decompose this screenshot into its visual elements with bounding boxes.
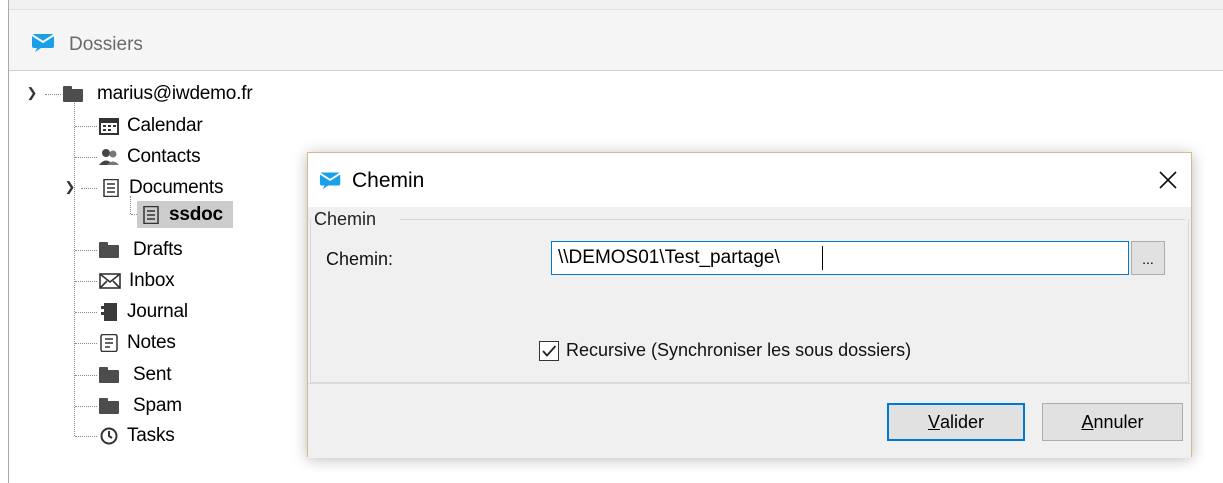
contacts-icon — [99, 149, 119, 165]
close-button[interactable] — [1145, 153, 1191, 207]
group-label: Chemin — [314, 209, 381, 230]
recursive-label[interactable]: Recursive (Synchroniser les sous dossier… — [566, 340, 911, 361]
tree-node-tasks[interactable]: Tasks — [99, 422, 175, 450]
expander-account[interactable]: ❯ — [25, 85, 39, 100]
journal-icon — [101, 303, 117, 321]
browse-button[interactable]: ... — [1131, 241, 1165, 275]
valider-button[interactable]: Valider — [887, 403, 1025, 441]
tree-node-calendar[interactable]: Calendar — [99, 112, 203, 140]
tree-node-journal[interactable]: Journal — [99, 298, 188, 326]
tree-node-inbox[interactable]: Inbox — [99, 267, 175, 295]
chemin-dialog: Chemin Chemin Chemin: ... Recursive (Syn… — [307, 152, 1192, 458]
mail-icon — [99, 273, 121, 289]
tree-node-label: Calendar — [127, 115, 203, 136]
valider-label: alider — [939, 411, 985, 432]
text-caret — [822, 246, 823, 270]
tree-node-drafts[interactable]: Drafts — [99, 236, 183, 264]
top-strip — [9, 0, 1223, 10]
footer-divider — [308, 383, 1191, 384]
clock-icon — [100, 427, 118, 445]
recursive-checkbox[interactable] — [539, 341, 559, 361]
group-divider — [400, 219, 1185, 220]
tree-line — [75, 436, 97, 437]
notes-icon — [100, 334, 118, 352]
folder-icon — [99, 397, 125, 415]
tree-line — [81, 188, 97, 189]
tree-node-label: Documents — [129, 177, 224, 198]
app-envelope-icon — [31, 34, 55, 52]
annuler-label: nnuler — [1093, 411, 1144, 432]
tree-node-label: Contacts — [127, 146, 201, 167]
dialog-body: Chemin Chemin: ... Recursive (Synchronis… — [308, 207, 1191, 458]
tree-node-ssdoc[interactable]: ssdoc — [137, 201, 233, 228]
tree-node-notes[interactable]: Notes — [99, 329, 176, 357]
close-icon — [1159, 171, 1177, 189]
tree-node-label: Drafts — [133, 239, 183, 260]
tree-node-sent[interactable]: Sent — [99, 361, 171, 389]
tree-node-account[interactable]: marius@iwdemo.fr — [63, 80, 253, 108]
annuler-mnemonic: A — [1081, 411, 1094, 432]
tree-line — [74, 101, 75, 436]
tree-line — [75, 343, 97, 344]
folders-window-title: Dossiers — [69, 34, 143, 55]
tree-line — [75, 375, 97, 376]
tree-node-label: Notes — [127, 332, 176, 353]
folder-icon — [63, 85, 89, 103]
dialog-titlebar[interactable]: Chemin — [308, 153, 1191, 207]
chemin-field-label: Chemin: — [326, 249, 394, 269]
tree-line — [75, 406, 97, 407]
dialog-title: Chemin — [352, 169, 425, 192]
tree-line — [75, 312, 97, 313]
tree-node-label: ssdoc — [169, 203, 223, 225]
expander-documents[interactable]: ❯ — [63, 179, 77, 194]
checkmark-icon — [542, 345, 557, 357]
tree-line — [45, 94, 61, 95]
tree-line — [75, 250, 97, 251]
folders-window-titlebar: Dossiers — [9, 0, 1223, 71]
tree-node-contacts[interactable]: Contacts — [99, 143, 201, 171]
tree-node-label: Journal — [127, 301, 188, 322]
tree-node-label: marius@iwdemo.fr — [97, 83, 253, 104]
calendar-icon — [99, 118, 119, 135]
tree-node-documents[interactable]: Documents — [101, 174, 223, 202]
folder-icon — [99, 366, 125, 384]
chemin-path-input[interactable] — [551, 241, 1129, 275]
tree-line — [75, 281, 97, 282]
valider-mnemonic: V — [927, 411, 940, 432]
document-icon — [103, 179, 119, 197]
tree-node-label: Sent — [133, 364, 172, 385]
app-envelope-icon — [319, 172, 341, 190]
annuler-button[interactable]: Annuler — [1042, 403, 1183, 441]
tree-node-label: Tasks — [127, 425, 175, 446]
tree-node-label: Inbox — [129, 270, 175, 291]
tree-node-label: Spam — [133, 395, 182, 416]
folder-icon — [99, 241, 125, 259]
document-icon — [143, 205, 159, 224]
tree-node-spam[interactable]: Spam — [99, 392, 182, 420]
tree-line — [75, 157, 97, 158]
tree-line — [75, 126, 97, 127]
